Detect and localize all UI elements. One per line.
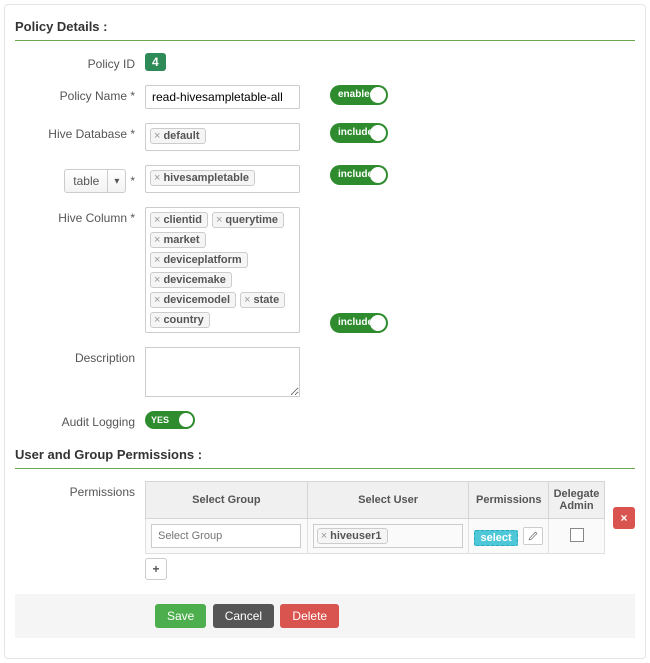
db-include-label: include	[338, 127, 373, 138]
db-include-toggle[interactable]: include	[330, 123, 388, 143]
delegate-admin-checkbox[interactable]	[570, 528, 584, 542]
tag-hivesampletable[interactable]: ×hivesampletable	[150, 170, 255, 186]
tag-hiveuser1[interactable]: ×hiveuser1	[317, 528, 388, 544]
col-permissions: Permissions	[469, 482, 549, 519]
select-user-tagbox[interactable]: ×hiveuser1	[313, 524, 463, 548]
pencil-icon	[528, 531, 538, 541]
policy-details-header: Policy Details :	[15, 15, 635, 41]
audit-logging-toggle[interactable]: YES	[145, 411, 195, 429]
policy-panel: Policy Details : Policy ID 4 Policy Name…	[4, 4, 646, 659]
select-group-input[interactable]	[151, 524, 301, 548]
permission-chip[interactable]: select	[474, 530, 517, 546]
tag-country[interactable]: ×country	[150, 312, 210, 328]
tag-clientid[interactable]: ×clientid	[150, 212, 208, 228]
audit-logging-value: YES	[151, 415, 169, 425]
remove-tag-icon[interactable]: ×	[154, 274, 160, 286]
remove-tag-icon[interactable]: ×	[216, 214, 222, 226]
tag-label: querytime	[225, 214, 278, 226]
tag-querytime[interactable]: ×querytime	[212, 212, 284, 228]
table-include-label: include	[338, 169, 373, 180]
column-include-label: include	[338, 317, 373, 328]
tag-label: deviceplatform	[163, 254, 241, 266]
remove-tag-icon[interactable]: ×	[154, 234, 160, 246]
table-type-value: table	[65, 174, 107, 188]
policy-name-label: Policy Name *	[15, 85, 145, 103]
table-type-select[interactable]: table ▾	[64, 169, 126, 193]
table-row: ×hiveuser1 select	[146, 519, 605, 554]
description-textarea[interactable]	[145, 347, 300, 397]
toggle-knob-icon	[370, 315, 386, 331]
policy-name-input[interactable]	[145, 85, 300, 109]
remove-tag-icon[interactable]: ×	[154, 130, 160, 142]
tag-market[interactable]: ×market	[150, 232, 206, 248]
remove-tag-icon[interactable]: ×	[321, 530, 327, 542]
tag-label: hivesampletable	[163, 172, 249, 184]
hive-column-tagbox[interactable]: ×clientid×querytime×market×deviceplatfor…	[145, 207, 300, 333]
remove-tag-icon[interactable]: ×	[154, 294, 160, 306]
col-select-user: Select User	[307, 482, 469, 519]
remove-tag-icon[interactable]: ×	[154, 314, 160, 326]
tag-state[interactable]: × state	[240, 292, 285, 308]
permissions-label: Permissions	[15, 481, 145, 499]
col-delegate-admin: Delegate Admin	[549, 482, 605, 519]
remove-tag-icon[interactable]: ×	[154, 172, 160, 184]
table-tagbox[interactable]: ×hivesampletable	[145, 165, 300, 193]
tag-label: market	[163, 234, 199, 246]
enabled-toggle[interactable]: enabled	[330, 85, 388, 105]
remove-tag-icon[interactable]: ×	[244, 294, 250, 306]
toggle-knob-icon	[370, 87, 386, 103]
permissions-table: Select Group Select User Permissions Del…	[145, 481, 605, 554]
toggle-knob-icon	[179, 413, 193, 427]
audit-logging-label: Audit Logging	[15, 411, 145, 429]
column-include-toggle[interactable]: include	[330, 313, 388, 333]
close-icon: ×	[620, 511, 627, 525]
policy-id-label: Policy ID	[15, 53, 145, 71]
table-asterisk: *	[130, 174, 135, 188]
tag-label: devicemake	[163, 274, 225, 286]
save-button[interactable]: Save	[155, 604, 206, 628]
user-group-perm-header: User and Group Permissions :	[15, 443, 635, 469]
remove-row-button[interactable]: ×	[613, 507, 635, 529]
description-label: Description	[15, 347, 145, 365]
hive-database-tagbox[interactable]: ×default	[145, 123, 300, 151]
add-row-button[interactable]: +	[145, 558, 167, 580]
edit-permission-button[interactable]	[523, 527, 543, 545]
tag-label: state	[254, 294, 280, 306]
tag-label: default	[163, 130, 199, 142]
action-bar: Save Cancel Delete	[15, 594, 635, 638]
tag-devicemodel[interactable]: ×devicemodel	[150, 292, 236, 308]
tag-label: devicemodel	[163, 294, 230, 306]
tag-deviceplatform[interactable]: ×deviceplatform	[150, 252, 248, 268]
plus-icon: +	[152, 562, 159, 576]
remove-tag-icon[interactable]: ×	[154, 254, 160, 266]
delete-button[interactable]: Delete	[280, 604, 339, 628]
remove-tag-icon[interactable]: ×	[154, 214, 160, 226]
hive-database-label: Hive Database *	[15, 123, 145, 141]
cancel-button[interactable]: Cancel	[213, 604, 274, 628]
table-include-toggle[interactable]: include	[330, 165, 388, 185]
tag-devicemake[interactable]: ×devicemake	[150, 272, 232, 288]
toggle-knob-icon	[370, 167, 386, 183]
col-select-group: Select Group	[146, 482, 308, 519]
tag-label: hiveuser1	[330, 530, 381, 542]
toggle-knob-icon	[370, 125, 386, 141]
tag-default[interactable]: ×default	[150, 128, 206, 144]
tag-label: country	[163, 314, 203, 326]
policy-id-badge: 4	[145, 53, 166, 71]
tag-label: clientid	[163, 214, 202, 226]
chevron-down-icon: ▾	[107, 170, 125, 192]
hive-column-label: Hive Column *	[15, 207, 145, 225]
